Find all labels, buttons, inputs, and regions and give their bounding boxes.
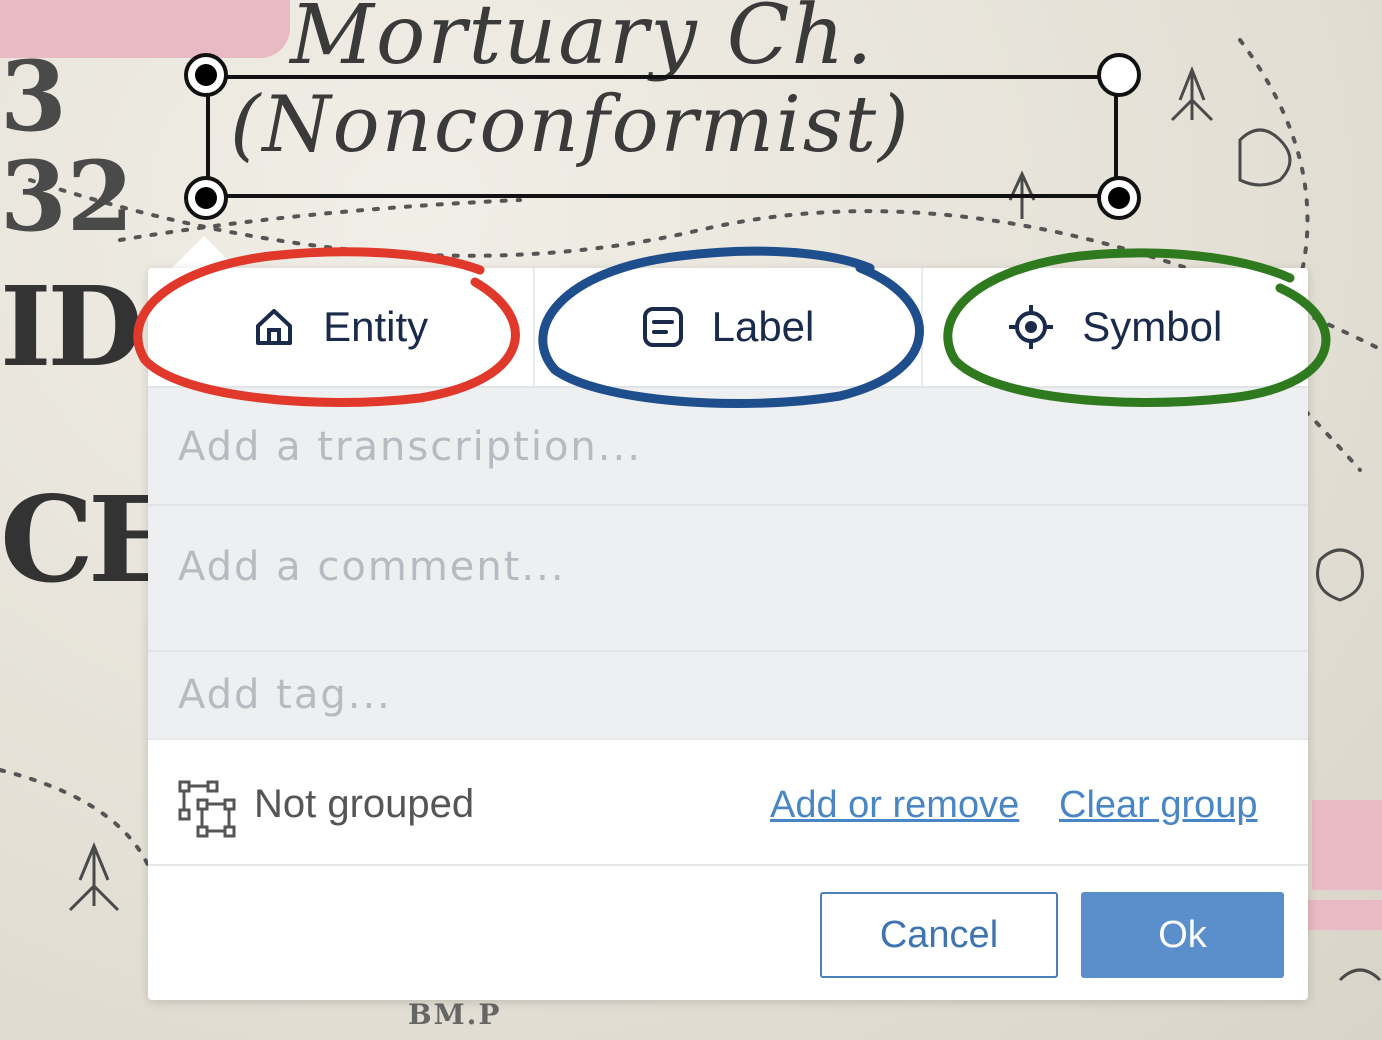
resize-handle-bottom-right[interactable] — [1097, 176, 1141, 220]
comment-placeholder: Add a comment... — [178, 544, 566, 590]
map-title-line1: Mortuary Ch. — [290, 0, 875, 83]
transcription-placeholder: Add a transcription... — [178, 424, 642, 470]
resize-handle-bottom-left[interactable] — [184, 176, 228, 220]
note-icon — [642, 307, 683, 347]
map-letters: ID — [0, 262, 143, 391]
map-bottom-text: BM.P — [408, 998, 502, 1031]
map-letters: CE — [0, 470, 178, 609]
tab-label-label: Label — [711, 303, 815, 350]
group-status: Not grouped — [254, 782, 475, 826]
tag-input[interactable]: Add tag... — [148, 650, 1308, 738]
annotation-popup: Entity Label Symbol Add a transcription.… — [148, 268, 1308, 1000]
cancel-button[interactable]: Cancel — [820, 892, 1058, 978]
home-icon — [256, 309, 293, 345]
tag-placeholder: Add tag... — [178, 672, 392, 718]
resize-handle-top-left[interactable] — [184, 53, 228, 97]
tab-entity-label: Entity — [323, 303, 429, 350]
add-or-remove-link[interactable]: Add or remove — [770, 784, 1019, 827]
selection-box[interactable] — [206, 75, 1118, 198]
clear-group-link[interactable]: Clear group — [1059, 784, 1258, 827]
target-icon — [1009, 305, 1054, 349]
tab-label[interactable]: Label — [535, 268, 923, 386]
popup-pointer — [170, 236, 238, 270]
resize-handle-top-right[interactable] — [1097, 53, 1141, 97]
tab-symbol[interactable]: Symbol — [923, 268, 1308, 386]
tab-entity[interactable]: Entity — [148, 268, 536, 386]
group-icon — [178, 780, 236, 838]
map-digit-label: 3 — [0, 40, 67, 153]
ok-button[interactable]: Ok — [1081, 892, 1284, 978]
annotation-type-tabs: Entity Label Symbol — [148, 268, 1308, 386]
tab-symbol-label: Symbol — [1082, 303, 1223, 350]
grouping-row: Not grouped Add or remove Clear group — [148, 738, 1308, 866]
comment-input[interactable]: Add a comment... — [148, 504, 1308, 650]
transcription-input[interactable]: Add a transcription... — [148, 386, 1308, 504]
map-digit-label: 32 — [0, 140, 134, 253]
